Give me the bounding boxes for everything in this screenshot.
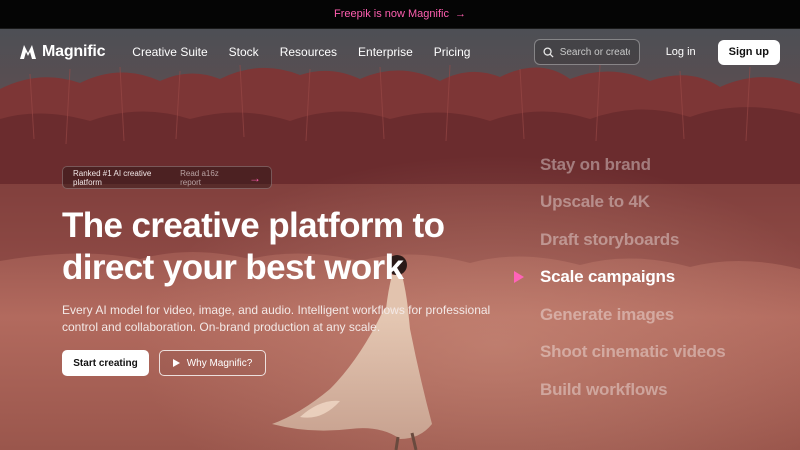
feature-label: Draft storyboards [540,229,680,249]
search-icon [543,46,554,58]
nav-link-stock[interactable]: Stock [229,45,259,59]
hero-subtext: Every AI model for video, image, and aud… [62,303,491,334]
search-box[interactable] [533,39,640,65]
play-triangle-icon [514,271,524,284]
feature-item[interactable]: Shoot cinematic videos [514,334,726,372]
login-link[interactable]: Log in [652,46,710,58]
brand-name: Magnific [42,43,106,60]
announcement-text: Freepik is now Magnific [334,8,449,20]
ranking-badge[interactable]: Ranked #1 AI creative platform Read a16z… [62,166,272,189]
headline-line-2: direct your best work [62,248,404,287]
why-magnific-button[interactable]: Why Magnific? [159,350,266,376]
feature-label: Upscale to 4K [540,192,650,212]
feature-item[interactable]: Draft storyboards [514,221,725,259]
feature-label: Stay on brand [540,154,651,174]
nav-link-enterprise[interactable]: Enterprise [358,45,413,59]
feature-label: Shoot cinematic videos [540,342,726,362]
announcement-link[interactable]: Freepik is now Magnific → [334,8,466,20]
feature-label: Build workflows [540,379,668,399]
play-icon [172,359,180,367]
feature-label: Generate images [540,304,675,324]
nav-links: Creative Suite Stock Resources Enterpris… [132,45,470,59]
feature-item[interactable]: Build workflows [514,371,725,409]
signup-button[interactable]: Sign up [717,39,780,65]
feature-label: Scale campaigns [540,267,675,287]
nav-actions: Log in Sign up [533,39,780,65]
feature-item[interactable]: Generate images [514,296,725,334]
feature-list: Stay on brand Upscale to 4K Draft storyb… [514,146,726,409]
badge-title: Ranked #1 AI creative platform [73,168,152,187]
feature-item[interactable]: Upscale to 4K [514,184,725,222]
nav-link-pricing[interactable]: Pricing [434,45,471,59]
nav-link-resources[interactable]: Resources [280,45,337,59]
why-magnific-label: Why Magnific? [186,357,253,369]
search-input[interactable] [559,46,630,58]
magnific-logo-icon [20,45,36,59]
arrow-right-icon: → [454,8,466,20]
announcement-bar: Freepik is now Magnific → [0,0,800,29]
badge-link-text: Read a16z report [180,168,219,187]
feature-item-active[interactable]: Scale campaigns [514,259,725,297]
start-creating-button[interactable]: Start creating [62,350,149,376]
hero-headline: The creative platform to direct your bes… [62,205,492,289]
top-nav: Magnific Creative Suite Stock Resources … [0,29,800,75]
brand-logo[interactable]: Magnific [20,43,105,61]
headline-line-1: The creative platform to [62,206,445,245]
arrow-right-icon: → [249,170,261,185]
feature-item[interactable]: Stay on brand [514,146,725,184]
nav-link-creative-suite[interactable]: Creative Suite [132,45,207,59]
